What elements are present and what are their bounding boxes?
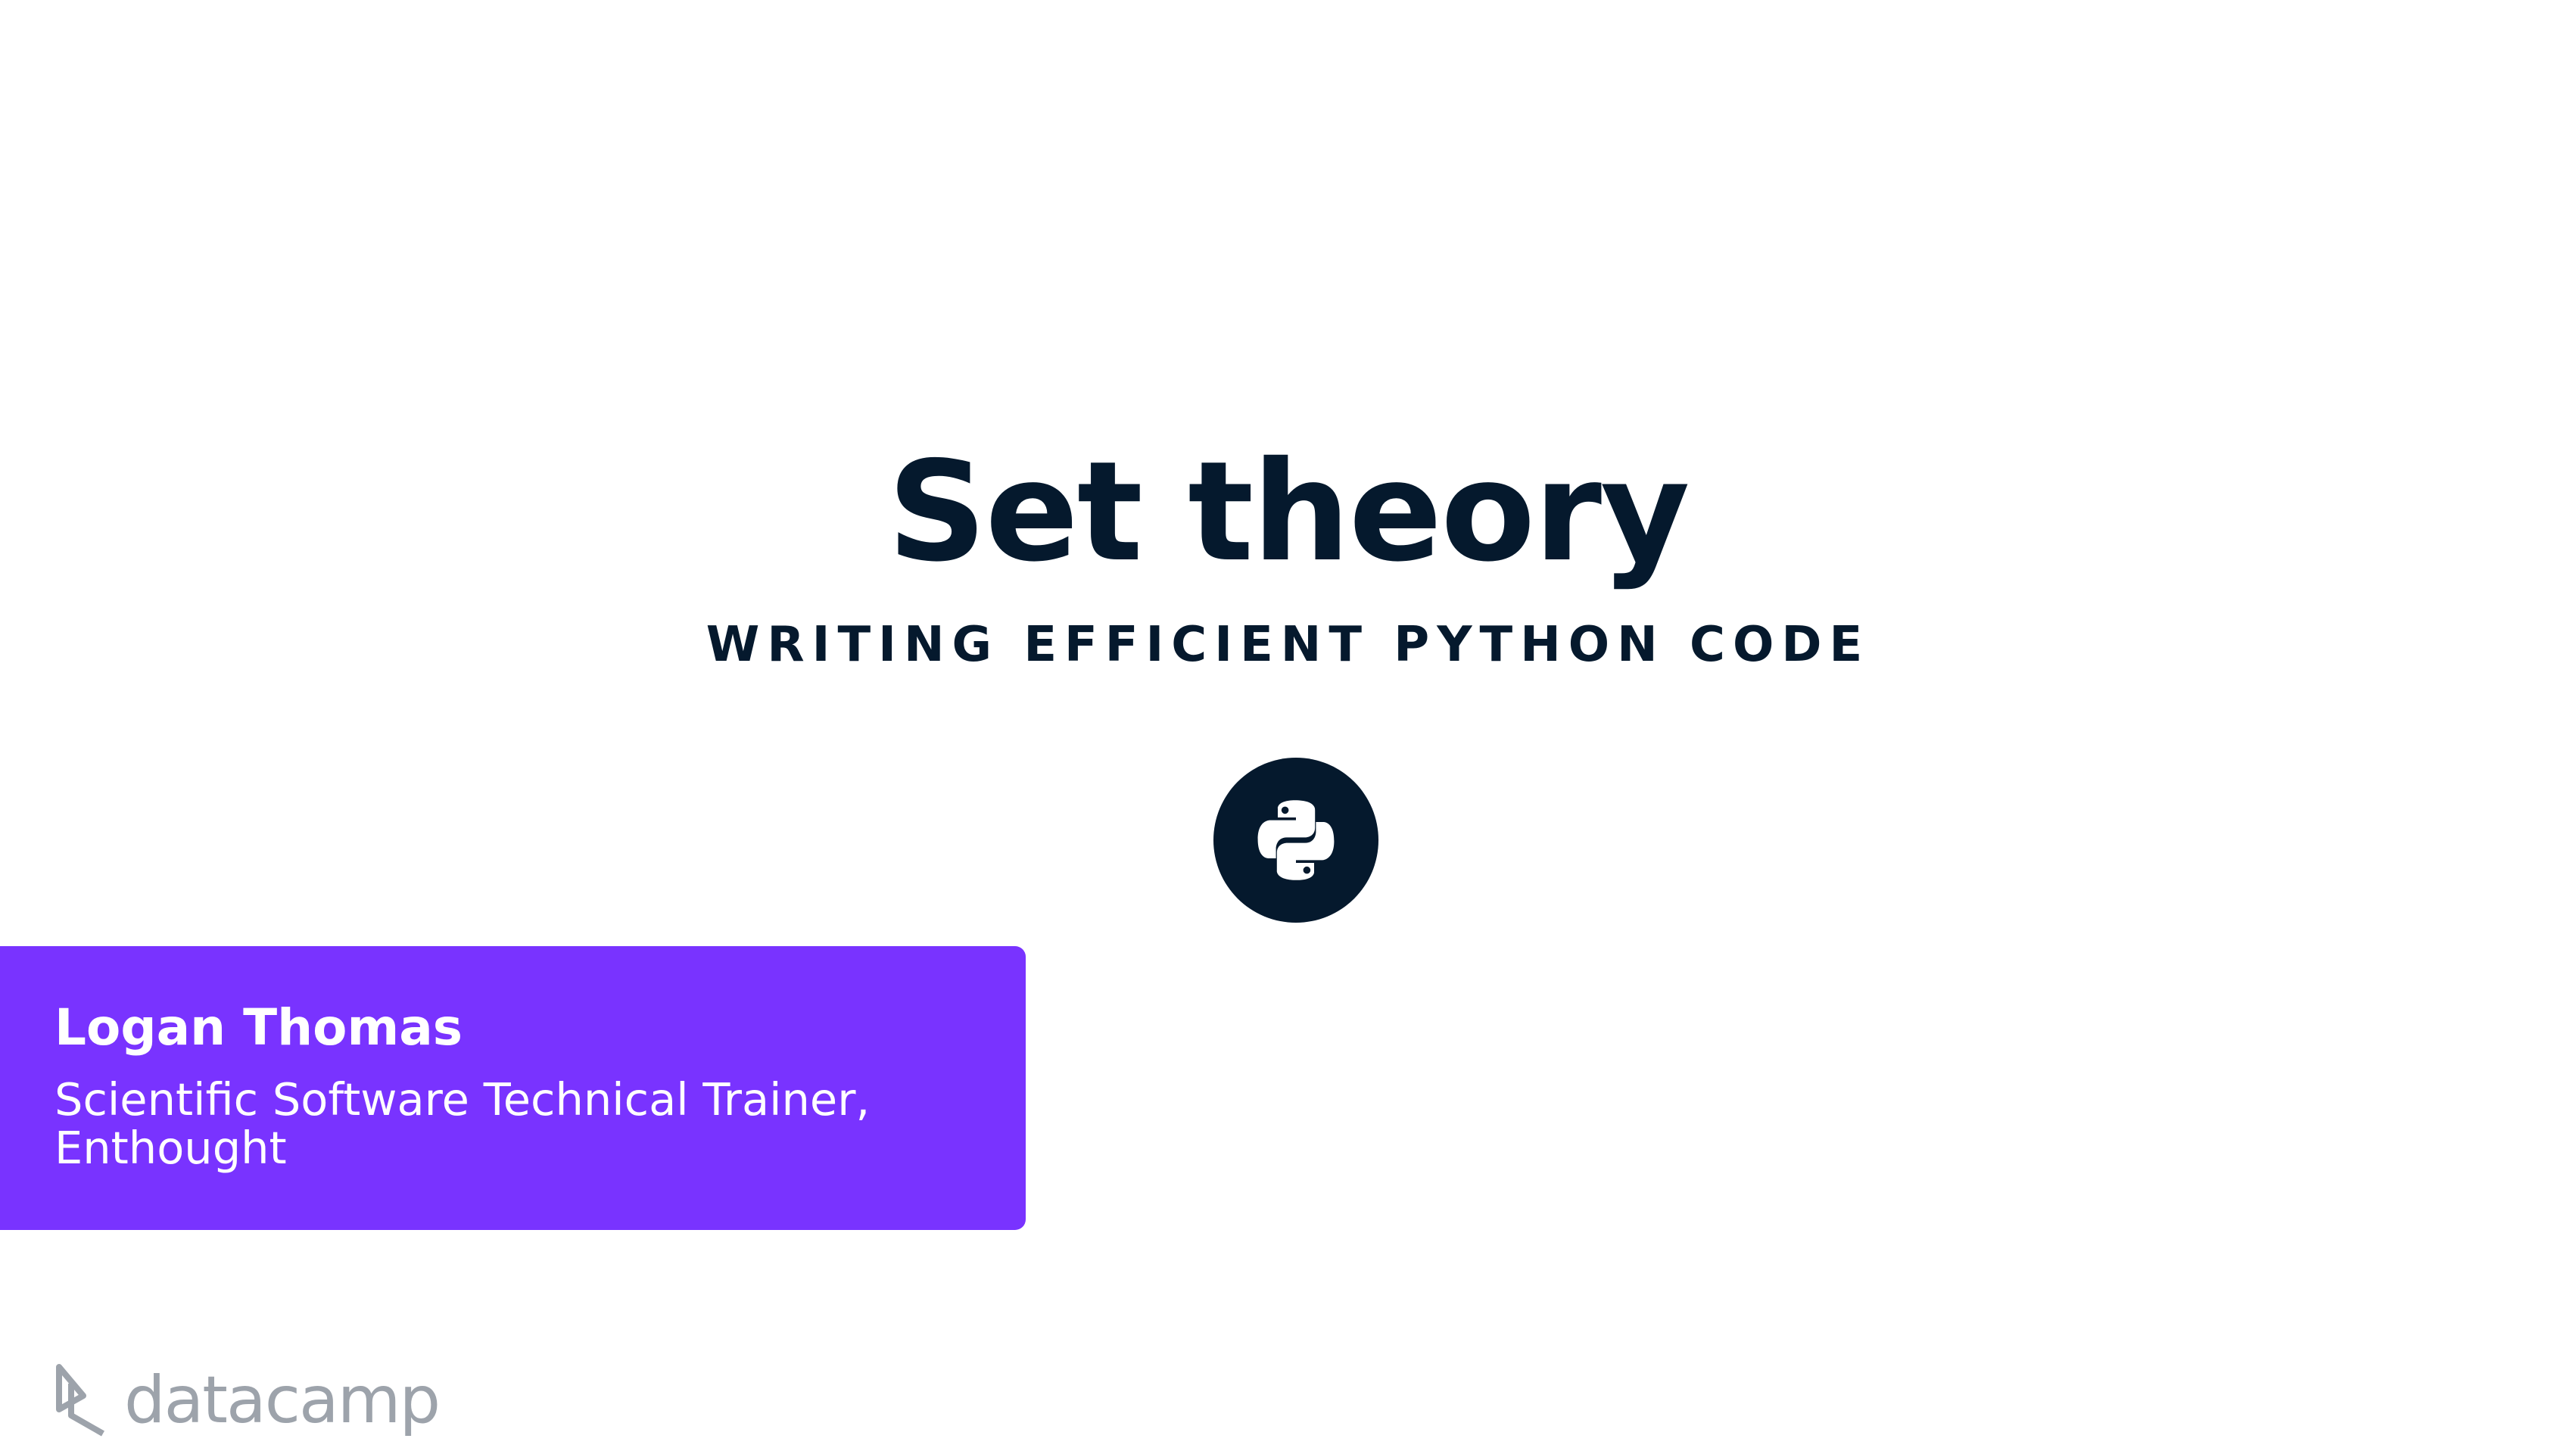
datacamp-logo: datacamp (53, 1359, 441, 1442)
python-badge (1213, 758, 1378, 923)
datacamp-logo-icon (56, 1364, 104, 1437)
slide-title: Set theory (887, 431, 1690, 592)
python-logo-icon (1257, 800, 1335, 880)
course-name: WRITING EFFICIENT PYTHON CODE (706, 617, 1870, 673)
presenter-card: Logan Thomas Scientific Software Technic… (0, 946, 1026, 1230)
presenter-name: Logan Thomas (55, 998, 463, 1057)
datacamp-logo-text: datacamp (124, 1362, 441, 1438)
presenter-role: Scientific Software Technical Trainer, E… (55, 1073, 871, 1174)
